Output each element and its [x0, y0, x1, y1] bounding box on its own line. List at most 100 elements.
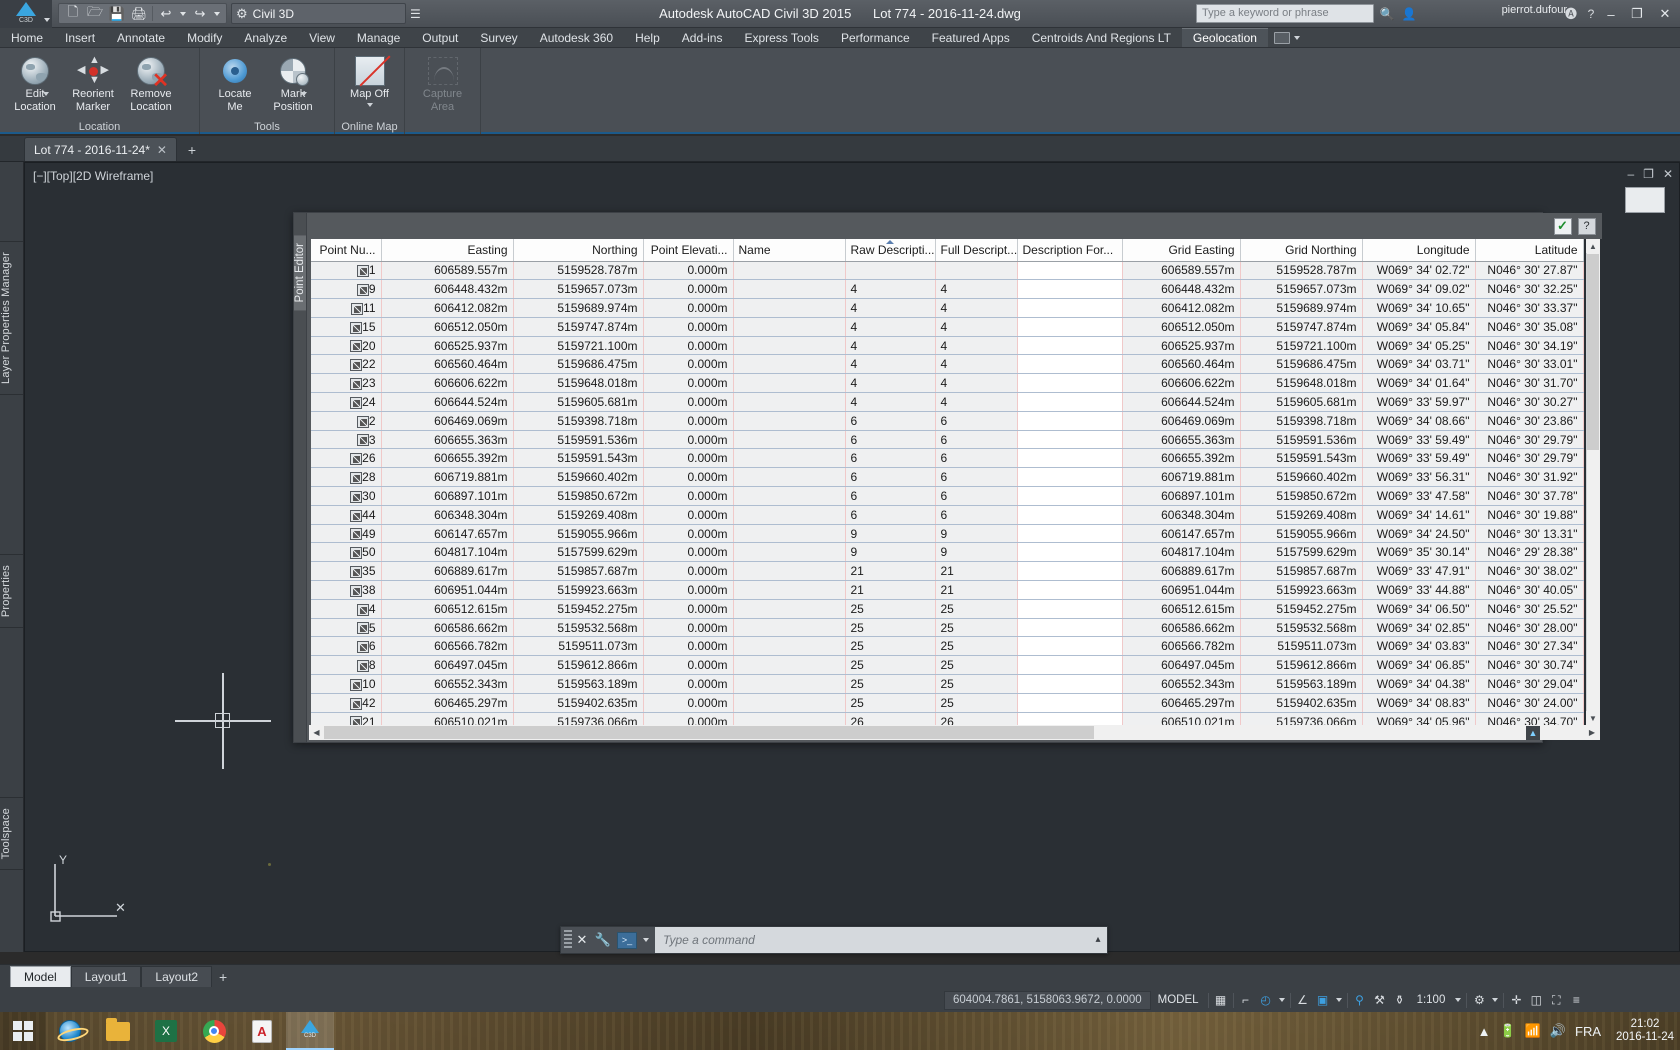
- cell-raw[interactable]: 9: [845, 542, 936, 563]
- search-icon[interactable]: 🔍: [1378, 4, 1396, 23]
- cell-elev[interactable]: 0.000m: [643, 561, 734, 582]
- cell-elev[interactable]: 0.000m: [643, 599, 734, 619]
- chevron-down-icon[interactable]: [1492, 998, 1499, 1002]
- cell-lat[interactable]: N046° 30' 33.01": [1475, 354, 1584, 375]
- cell-descfmt[interactable]: [1017, 580, 1123, 600]
- cell-northing[interactable]: 5159528.787m: [513, 261, 644, 281]
- undo-icon[interactable]: ↩: [155, 4, 177, 23]
- cell-descfmt[interactable]: [1017, 618, 1123, 638]
- grid-horizontal-scrollbar[interactable]: ◀ ▶: [309, 725, 1600, 740]
- chevron-down-icon[interactable]: [1335, 998, 1342, 1002]
- cell-descfmt[interactable]: [1017, 392, 1123, 412]
- cell-lat[interactable]: N046° 30' 28.00": [1475, 618, 1584, 638]
- cell-grid-e[interactable]: 606719.881m: [1122, 467, 1241, 488]
- table-row[interactable]: 42 606465.297m 5159402.635m 0.000m 25 25 60646…: [311, 693, 1584, 713]
- cell-grid-e[interactable]: 606448.432m: [1122, 279, 1241, 300]
- column-header-longitude[interactable]: Longitude: [1362, 239, 1476, 262]
- cell-northing[interactable]: 5159850.672m: [513, 486, 644, 506]
- taskbar-autocad-civil3d[interactable]: C3D: [286, 1012, 334, 1050]
- cell-elev[interactable]: 0.000m: [643, 674, 734, 694]
- cell-raw[interactable]: 6: [845, 486, 936, 506]
- remove-location-button[interactable]: ✕ Remove Location: [123, 52, 179, 113]
- cell-descfmt[interactable]: [1017, 712, 1123, 725]
- cell-lon[interactable]: W069° 34' 24.50": [1362, 524, 1476, 544]
- plot-icon[interactable]: 🖨: [128, 4, 150, 23]
- layout-tab-layout1[interactable]: Layout1: [70, 966, 142, 987]
- cell-raw[interactable]: 6: [845, 467, 936, 488]
- cell-grid-e[interactable]: 606644.524m: [1122, 392, 1241, 412]
- autoscale-icon[interactable]: ⚒: [1370, 991, 1390, 1010]
- cell-lon[interactable]: W069° 33' 44.88": [1362, 580, 1476, 600]
- scroll-right-icon[interactable]: ▶: [1585, 725, 1600, 740]
- cell-name[interactable]: [733, 636, 846, 657]
- cell-easting[interactable]: 606348.304m: [381, 505, 514, 525]
- cell-grid-e[interactable]: 606606.622m: [1122, 373, 1241, 394]
- minimize-button[interactable]: –: [1598, 0, 1624, 28]
- cell-raw[interactable]: 6: [845, 430, 936, 450]
- table-row[interactable]: 5 606586.662m 5159532.568m 0.000m 25 25 606586…: [311, 618, 1584, 638]
- cell-lat[interactable]: N046° 30' 32.25": [1475, 279, 1584, 300]
- cell-raw[interactable]: 25: [845, 618, 936, 638]
- cell-name[interactable]: [733, 467, 846, 488]
- cell-grid-n[interactable]: 5159850.672m: [1240, 486, 1363, 506]
- cell-point[interactable]: 8: [311, 655, 382, 676]
- cell-point[interactable]: 30: [311, 486, 382, 506]
- cell-grid-e[interactable]: 606589.557m: [1122, 261, 1241, 281]
- cell-northing[interactable]: 5159660.402m: [513, 467, 644, 488]
- cell-grid-n[interactable]: 5159402.635m: [1240, 693, 1363, 713]
- palette-layer-properties-manager[interactable]: Layer Properties Manager: [0, 242, 23, 395]
- cell-full[interactable]: 4: [935, 317, 1018, 337]
- cell-raw[interactable]: [845, 261, 936, 281]
- document-tab[interactable]: Lot 774 - 2016-11-24* ✕: [24, 137, 177, 161]
- cell-raw[interactable]: 21: [845, 561, 936, 582]
- cell-grid-n[interactable]: 5159055.966m: [1240, 524, 1363, 544]
- cell-grid-n[interactable]: 5159648.018m: [1240, 373, 1363, 394]
- cell-easting[interactable]: 606719.881m: [381, 467, 514, 488]
- cell-easting[interactable]: 606606.622m: [381, 373, 514, 394]
- cell-raw[interactable]: 21: [845, 580, 936, 600]
- table-row[interactable]: 30 606897.101m 5159850.672m 0.000m 6 6 606897.…: [311, 486, 1584, 506]
- cell-easting[interactable]: 606147.657m: [381, 524, 514, 544]
- cell-lon[interactable]: W069° 34' 05.84": [1362, 317, 1476, 337]
- scroll-up-icon[interactable]: ▲: [1586, 239, 1600, 253]
- customize-icon[interactable]: 🔧: [592, 932, 614, 948]
- cell-elev[interactable]: 0.000m: [643, 655, 734, 676]
- cell-full[interactable]: 4: [935, 298, 1018, 318]
- cell-northing[interactable]: 5159591.536m: [513, 430, 644, 450]
- scroll-down-icon[interactable]: ▼: [1586, 711, 1600, 725]
- cell-elev[interactable]: 0.000m: [643, 373, 734, 394]
- cell-name[interactable]: [733, 261, 846, 281]
- cell-lat[interactable]: N046° 30' 30.27": [1475, 392, 1584, 412]
- table-row[interactable]: 50 604817.104m 5157599.629m 0.000m 9 9 604817.…: [311, 542, 1584, 563]
- cell-elev[interactable]: 0.000m: [643, 524, 734, 544]
- cell-lat[interactable]: N046° 30' 29.79": [1475, 448, 1584, 469]
- cell-full[interactable]: 9: [935, 524, 1018, 544]
- cell-lon[interactable]: W069° 33' 59.49": [1362, 448, 1476, 469]
- cell-easting[interactable]: 606897.101m: [381, 486, 514, 506]
- cell-elev[interactable]: 0.000m: [643, 486, 734, 506]
- cell-grid-e[interactable]: 606512.050m: [1122, 317, 1241, 337]
- cell-raw[interactable]: 26: [845, 712, 936, 725]
- cell-descfmt[interactable]: [1017, 354, 1123, 375]
- cell-grid-e[interactable]: 606348.304m: [1122, 505, 1241, 525]
- ribbon-tab-autodesk-360[interactable]: Autodesk 360: [529, 28, 624, 47]
- cell-northing[interactable]: 5159857.687m: [513, 561, 644, 582]
- cell-point[interactable]: 28: [311, 467, 382, 488]
- cell-lat[interactable]: N046° 30' 31.92": [1475, 467, 1584, 488]
- table-row[interactable]: 10 606552.343m 5159563.189m 0.000m 25 25 60655…: [311, 674, 1584, 694]
- cell-lat[interactable]: N046° 30' 34.70": [1475, 712, 1584, 725]
- cell-point[interactable]: 4: [311, 599, 382, 619]
- language-indicator[interactable]: FRA: [1575, 1024, 1601, 1039]
- cell-elev[interactable]: 0.000m: [643, 580, 734, 600]
- column-header-grid-northing[interactable]: Grid Northing: [1240, 239, 1363, 262]
- cell-grid-n[interactable]: 5159398.718m: [1240, 411, 1363, 431]
- clock[interactable]: 21:02 2016-11-24: [1610, 1018, 1674, 1044]
- cell-easting[interactable]: 606552.343m: [381, 674, 514, 694]
- cell-grid-n[interactable]: 5159528.787m: [1240, 261, 1363, 281]
- cell-lon[interactable]: W069° 34' 14.61": [1362, 505, 1476, 525]
- cell-northing[interactable]: 5159721.100m: [513, 336, 644, 356]
- ribbon-tab-output[interactable]: Output: [411, 28, 469, 47]
- application-menu-button[interactable]: C3D: [0, 0, 52, 28]
- cell-point[interactable]: 1: [311, 261, 382, 281]
- palette-toolspace[interactable]: Toolspace: [0, 798, 23, 871]
